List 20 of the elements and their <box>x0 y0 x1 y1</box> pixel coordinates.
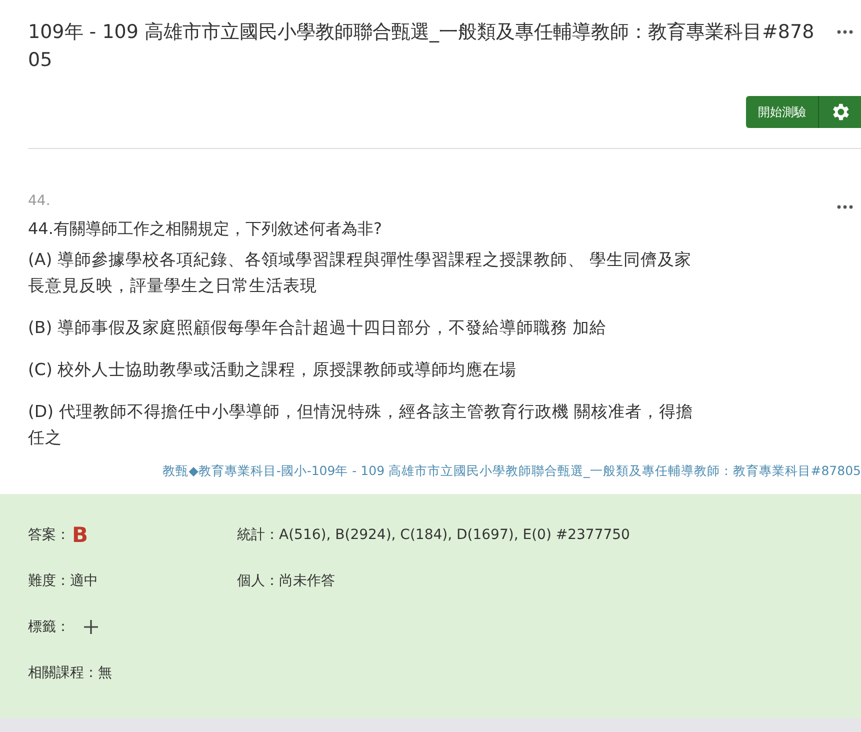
question-number: 44. <box>28 193 50 209</box>
start-quiz-button[interactable]: 開始測驗 <box>746 96 819 128</box>
answer-option: (C) 校外人士協助教學或活動之課程，原授課教師或導師均應在場 <box>28 357 708 383</box>
answer-label: 答案： <box>28 526 70 544</box>
settings-button[interactable] <box>819 96 861 128</box>
related-courses: 相關課程：無 <box>28 664 112 682</box>
answer-statistics: 統計：A(516), B(2924), C(184), D(1697), E(0) #2377750 <box>237 526 630 544</box>
more-icon[interactable] <box>837 30 853 34</box>
exam-title: 109年 - 109 高雄市市立國民小學教師聯合甄選_一般類及專任輔導教師：教育專業科目#87805 <box>28 20 816 73</box>
answer-option: (D) 代理教師不得擔任中小學導師，但情況特殊，經各該主管教育行政機 關核准者，得擔任之 <box>28 399 708 451</box>
source-link[interactable]: 教甄◆教育專業科目-國小-109年 - 109 高雄市市立國民小學教師聯合甄選_一般類及專任輔導教師：教育專業科目#87805 <box>162 463 861 480</box>
tags-label: 標籤： <box>28 618 70 636</box>
add-icon[interactable] <box>84 620 98 634</box>
correct-answer: B <box>72 523 88 547</box>
answer-option: (B) 導師事假及家庭照顧假每學年合計超過十四日部分，不發給導師職務 加給 <box>28 315 708 341</box>
more-icon[interactable] <box>837 205 853 209</box>
difficulty: 難度：適中 <box>28 572 98 590</box>
answer-option: (A) 導師參據學校各項紀錄、各領域學習課程與彈性學習課程之授課教師、 學生同儕及家長意見反映，評量學生之日常生活表現 <box>28 247 708 299</box>
personal-status: 個人：尚未作答 <box>237 572 335 590</box>
question-text: 44.有關導師工作之相關規定，下列敘述何者為非? <box>28 218 383 240</box>
